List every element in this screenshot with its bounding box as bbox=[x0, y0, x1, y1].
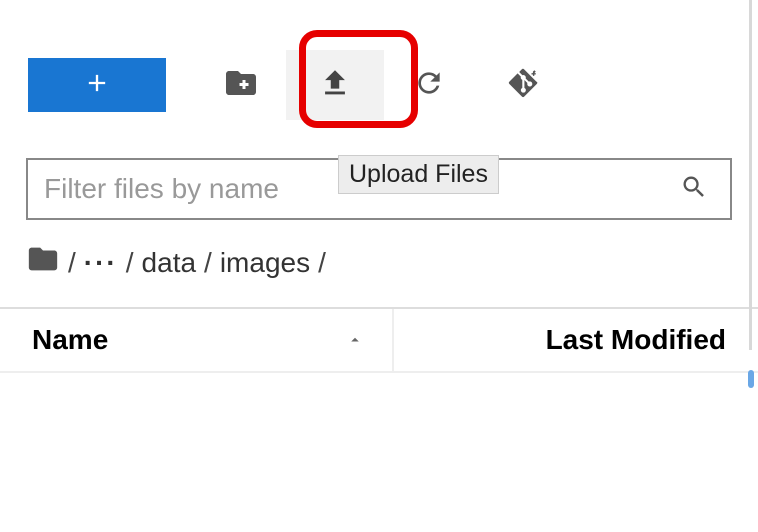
breadcrumb-sep: / bbox=[318, 247, 326, 279]
refresh-icon bbox=[413, 67, 445, 104]
breadcrumb-sep: / bbox=[68, 247, 76, 279]
git-button[interactable] bbox=[496, 58, 550, 112]
search-icon bbox=[680, 173, 708, 206]
column-name-label: Name bbox=[32, 324, 108, 356]
refresh-button[interactable] bbox=[402, 58, 456, 112]
plus-icon bbox=[83, 69, 111, 102]
breadcrumb-seg-images[interactable]: images bbox=[220, 247, 310, 279]
breadcrumb-sep: / bbox=[204, 247, 212, 279]
breadcrumb-seg-data[interactable]: data bbox=[142, 247, 197, 279]
upload-tooltip: Upload Files bbox=[338, 155, 499, 194]
breadcrumb-sep: / bbox=[126, 247, 134, 279]
new-button[interactable] bbox=[28, 58, 166, 112]
toolbar bbox=[0, 0, 758, 120]
panel-divider-handle[interactable] bbox=[748, 370, 754, 388]
upload-icon bbox=[318, 66, 352, 105]
sort-asc-icon bbox=[346, 331, 364, 349]
new-folder-button[interactable] bbox=[214, 58, 268, 112]
breadcrumb: / ··· / data / images / bbox=[26, 242, 732, 283]
file-table: Name Last Modified bbox=[0, 307, 758, 373]
search-button[interactable] bbox=[674, 169, 714, 209]
column-name[interactable]: Name bbox=[0, 309, 394, 371]
upload-button[interactable] bbox=[286, 50, 384, 120]
table-header: Name Last Modified bbox=[0, 309, 758, 373]
breadcrumb-ellipsis[interactable]: ··· bbox=[84, 247, 118, 279]
column-modified[interactable]: Last Modified bbox=[394, 324, 758, 356]
git-icon bbox=[506, 66, 540, 105]
panel-divider[interactable] bbox=[749, 0, 752, 350]
new-folder-icon bbox=[223, 65, 259, 106]
folder-icon[interactable] bbox=[26, 242, 60, 283]
column-modified-label: Last Modified bbox=[546, 324, 726, 355]
